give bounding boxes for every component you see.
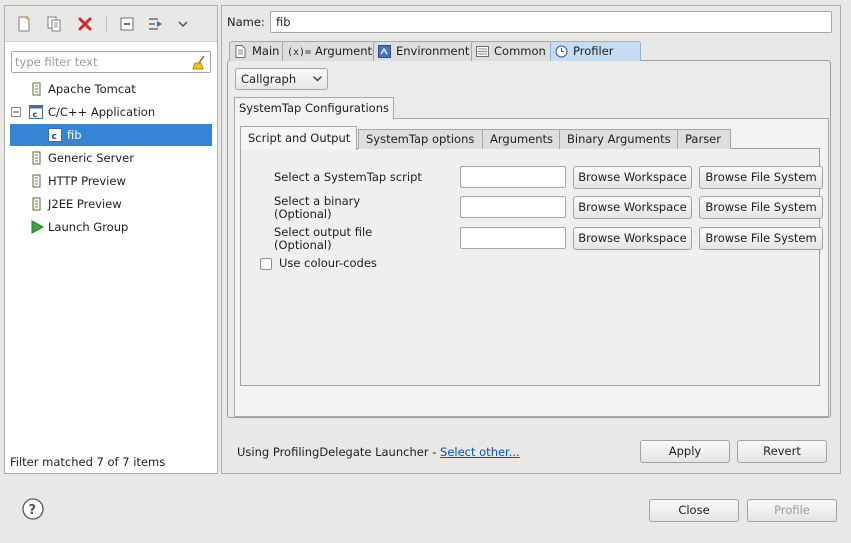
tab-arguments[interactable]: (x)= Arguments <box>282 41 386 61</box>
tree-item-launch-group[interactable]: Launch Group <box>5 216 217 238</box>
tree-item-label: Launch Group <box>48 220 129 234</box>
binary-label: Select a binary (Optional) <box>274 194 361 221</box>
tab-sub-arguments[interactable]: Arguments <box>482 129 560 149</box>
server-icon <box>30 197 44 211</box>
tab-profiler[interactable]: Profiler <box>550 41 641 61</box>
svg-text:c: c <box>52 132 57 142</box>
filter-box <box>11 51 211 73</box>
tree-item-fib[interactable]: c fib <box>10 124 212 146</box>
tab-label: Environment <box>396 44 470 58</box>
browse-file-system-script-button[interactable]: Browse File System <box>699 166 823 189</box>
name-label: Name: <box>227 15 265 29</box>
svg-text:c: c <box>33 110 38 119</box>
tab-main[interactable]: Main <box>229 41 287 61</box>
common-icon <box>476 45 489 58</box>
c-file-icon: c <box>48 128 62 142</box>
browse-file-system-binary-button[interactable]: Browse File System <box>699 196 823 219</box>
tab-label: Arguments <box>315 44 379 58</box>
apply-button[interactable]: Apply <box>640 440 730 463</box>
output-file-label: Select output file (Optional) <box>274 225 373 252</box>
profiler-icon <box>555 45 568 58</box>
server-icon <box>30 82 44 96</box>
tree-item-c-cpp-application[interactable]: c C/C++ Application <box>5 101 217 123</box>
tree-item-label: HTTP Preview <box>48 174 126 188</box>
collapse-all-icon[interactable] <box>117 14 137 34</box>
filter-status-text: Filter matched 7 of 7 items <box>10 455 166 469</box>
server-icon <box>30 174 44 188</box>
tree-item-http-preview[interactable]: HTTP Preview <box>5 170 217 192</box>
tree-item-j2ee-preview[interactable]: J2EE Preview <box>5 193 217 215</box>
browse-workspace-binary-button[interactable]: Browse Workspace <box>573 196 692 219</box>
browse-workspace-output-button[interactable]: Browse Workspace <box>573 227 692 250</box>
tab-common[interactable]: Common <box>471 41 553 61</box>
environment-icon <box>378 45 391 58</box>
svg-text:(x)=: (x)= <box>287 47 311 58</box>
tab-label: Main <box>252 44 280 58</box>
server-icon <box>30 151 44 165</box>
revert-button[interactable]: Revert <box>737 440 827 463</box>
close-button[interactable]: Close <box>649 499 739 522</box>
clear-filter-broom-icon[interactable] <box>192 55 207 70</box>
collapse-toggle-icon[interactable] <box>11 107 21 117</box>
chevron-down-icon <box>313 76 322 82</box>
tree-item-generic-server[interactable]: Generic Server <box>5 147 217 169</box>
config-editor-panel: Name: Main (x)= Arguments Environment Co… <box>221 5 841 474</box>
launch-group-icon <box>30 220 44 234</box>
tree-item-label: Generic Server <box>48 151 134 165</box>
view-menu-chevron-down-icon[interactable] <box>173 14 193 34</box>
colour-codes-checkbox[interactable] <box>260 258 272 270</box>
browse-file-system-output-button[interactable]: Browse File System <box>699 227 823 250</box>
launcher-info: Using ProfilingDelegate Launcher - Selec… <box>237 445 520 459</box>
select-other-link[interactable]: Select other... <box>440 445 520 459</box>
tab-environment[interactable]: Environment <box>373 41 477 61</box>
filter-input[interactable] <box>15 54 187 70</box>
binary-path-input[interactable] <box>460 196 566 218</box>
profiler-type-value: Callgraph <box>241 72 297 86</box>
svg-text:?: ? <box>29 503 37 518</box>
profile-button[interactable]: Profile <box>747 499 837 522</box>
name-input[interactable] <box>270 11 832 33</box>
tree-item-label: C/C++ Application <box>48 105 156 119</box>
delete-config-icon[interactable] <box>75 14 95 34</box>
output-file-path-input[interactable] <box>460 227 566 249</box>
duplicate-config-icon[interactable] <box>44 14 64 34</box>
left-toolbar <box>5 6 217 42</box>
main-tab-icon <box>234 45 247 58</box>
tab-binary-arguments[interactable]: Binary Arguments <box>559 129 678 149</box>
filter-configs-icon[interactable] <box>146 14 166 34</box>
tree-item-label: J2EE Preview <box>48 197 122 211</box>
new-config-icon[interactable] <box>14 14 34 34</box>
browse-workspace-script-button[interactable]: Browse Workspace <box>573 166 692 189</box>
tab-systemtap-options[interactable]: SystemTap options <box>358 129 483 149</box>
toolbar-separator <box>106 15 107 33</box>
tab-script-and-output[interactable]: Script and Output <box>240 126 357 150</box>
help-icon[interactable]: ? <box>22 498 44 520</box>
tab-parser[interactable]: Parser <box>677 129 731 149</box>
colour-codes-label: Use colour-codes <box>279 256 377 270</box>
tree-item-apache-tomcat[interactable]: Apache Tomcat <box>5 78 217 100</box>
tree-item-label: Apache Tomcat <box>48 82 136 96</box>
c-app-icon: c <box>29 105 43 119</box>
launcher-prefix-text: Using ProfilingDelegate Launcher - <box>237 445 441 459</box>
tab-label: Common <box>494 44 546 58</box>
script-label: Select a SystemTap script <box>274 170 422 184</box>
launch-config-list-panel: Apache Tomcat c C/C++ Application c fib … <box>4 5 218 474</box>
tree-item-label: fib <box>67 128 82 142</box>
profiler-type-select[interactable]: Callgraph <box>235 68 328 90</box>
arguments-icon: (x)= <box>287 45 313 58</box>
tab-systemtap-configurations[interactable]: SystemTap Configurations <box>234 97 394 119</box>
tab-label: Profiler <box>573 44 614 58</box>
script-path-input[interactable] <box>460 166 566 188</box>
